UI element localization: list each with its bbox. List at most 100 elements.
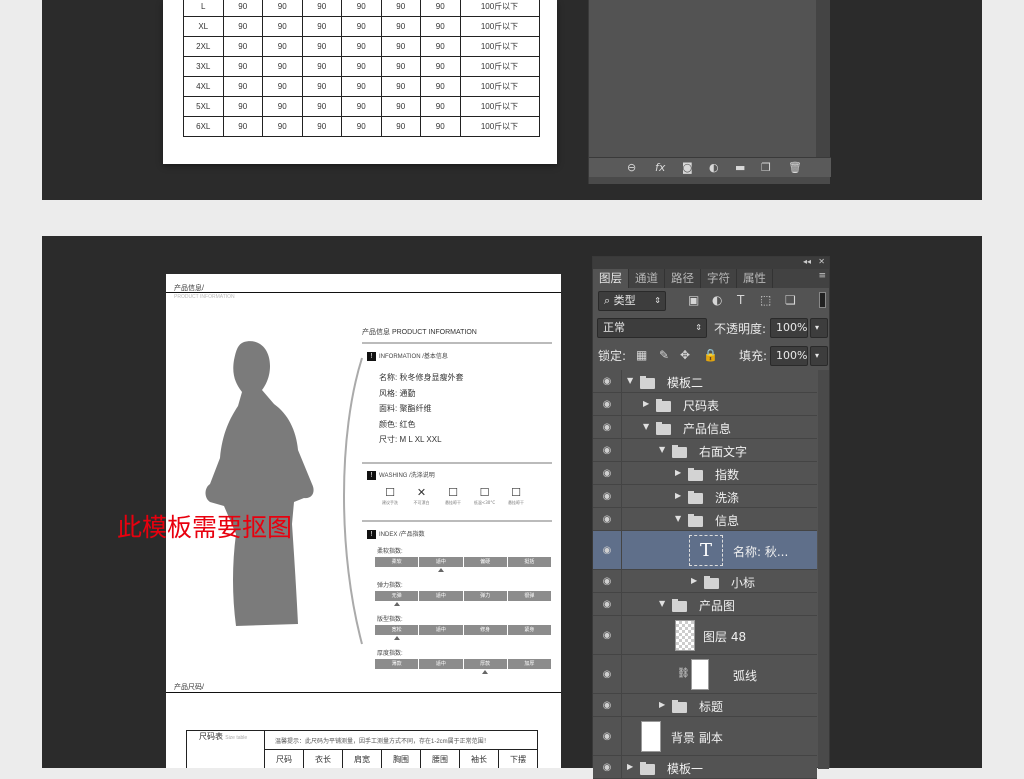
link-icon[interactable]: ⊖ — [627, 161, 636, 174]
index-label: 版型指数: — [377, 617, 403, 623]
eye-icon[interactable]: ◉ — [593, 485, 622, 507]
tab-2[interactable]: 路径 — [665, 269, 701, 288]
fx-icon[interactable]: fx — [655, 161, 665, 174]
filter-kind-select[interactable]: ⌕ 类型 ⇕ — [598, 291, 666, 311]
lock-move-icon[interactable]: ✥ — [680, 348, 690, 362]
fill-input[interactable]: 100% — [770, 346, 808, 366]
new-layer-icon[interactable]: ❐ — [761, 161, 771, 174]
top-layers-list — [589, 0, 817, 157]
tab-0[interactable]: 图层 — [593, 269, 629, 288]
layer-row[interactable]: ◉ ⛓ 弧线 — [593, 655, 817, 694]
index-arrow-icon — [438, 568, 444, 572]
new-group-icon[interactable]: ▬ — [735, 161, 745, 174]
lock-transparent-icon[interactable]: ▦ — [636, 348, 647, 362]
mask-icon[interactable]: ◙ — [682, 161, 693, 174]
washing-symbol-icon: ☐ — [479, 486, 490, 499]
filter-adjustment-icon[interactable]: ◐ — [712, 293, 722, 307]
layer-row[interactable]: ◉ ▶ 小标 — [593, 570, 817, 593]
filter-toggle[interactable] — [819, 292, 826, 308]
triangle-down-icon[interactable]: ▼ — [659, 445, 665, 454]
triangle-right-icon[interactable]: ▶ — [659, 700, 665, 709]
size-cell: 90 — [222, 76, 263, 97]
layer-name: 信息 — [715, 513, 740, 528]
filter-smart-icon[interactable]: ❏ — [785, 293, 796, 307]
size-cell: 90 — [380, 36, 421, 57]
eye-icon[interactable]: ◉ — [593, 416, 622, 438]
index-bar: 薄款 适中 厚款 加厚 — [375, 659, 551, 669]
layer-row[interactable]: ◉ ▼ 右面文字 — [593, 439, 817, 462]
triangle-down-icon[interactable]: ▼ — [643, 422, 649, 431]
blend-mode-select[interactable]: 正常 ⇕ — [597, 318, 707, 338]
eye-icon[interactable]: ◉ — [593, 593, 622, 615]
close-icon[interactable]: ✕ — [818, 257, 825, 266]
size-cell: 90 — [262, 16, 303, 37]
washing-symbol-icon: ✕ — [416, 486, 427, 499]
size-row: 6XL 90 90 90 90 90 90 100斤以下 — [183, 116, 540, 137]
top-scrollbar[interactable] — [816, 0, 830, 157]
triangle-right-icon[interactable]: ▶ — [643, 399, 649, 408]
eye-icon[interactable]: ◉ — [593, 439, 622, 461]
triangle-down-icon[interactable]: ▼ — [627, 376, 633, 385]
panel-menu-icon[interactable]: ≡ — [818, 271, 826, 281]
layers-scrollbar[interactable] — [818, 370, 829, 769]
index-cell: 修身 — [463, 625, 508, 635]
lock-all-icon[interactable]: 🔒 — [703, 348, 718, 362]
layer-row[interactable]: ◉ 背景 副本 — [593, 717, 817, 756]
header-label: 产品信息/ — [174, 285, 204, 292]
washing-label: 低温<30°C — [473, 500, 496, 505]
size-cell: 90 — [262, 76, 303, 97]
layer-row[interactable]: ◉ ▼ 产品信息 — [593, 416, 817, 439]
size-header-cell: 尺码 — [264, 749, 304, 768]
washing-symbol-icon: ☐ — [511, 486, 521, 499]
layer-row[interactable]: ◉ ▼ 信息 — [593, 508, 817, 531]
triangle-down-icon[interactable]: ▼ — [675, 514, 681, 523]
triangle-right-icon[interactable]: ▶ — [675, 468, 681, 477]
eye-icon[interactable]: ◉ — [593, 370, 622, 392]
eye-icon[interactable]: ◉ — [593, 508, 622, 530]
triangle-down-icon[interactable]: ▼ — [659, 599, 665, 608]
eye-icon[interactable]: ◉ — [593, 717, 622, 755]
eye-icon[interactable]: ◉ — [593, 570, 622, 592]
tab-4[interactable]: 属性 — [737, 269, 773, 288]
index-cell: 宽松 — [375, 625, 420, 635]
fill-dropdown-icon[interactable]: ▾ — [810, 346, 828, 366]
opacity-dropdown-icon[interactable]: ▾ — [810, 318, 828, 338]
eye-icon[interactable]: ◉ — [593, 531, 622, 569]
eye-icon[interactable]: ◉ — [593, 694, 622, 716]
triangle-right-icon[interactable]: ▶ — [675, 491, 681, 500]
chevron-updown-icon: ⇕ — [654, 296, 661, 305]
layer-row[interactable]: ◉ ▶ 尺码表 — [593, 393, 817, 416]
eye-icon[interactable]: ◉ — [593, 393, 622, 415]
washing-item: ☐ 低温<30°C — [472, 486, 498, 506]
eye-icon[interactable]: ◉ — [593, 616, 622, 654]
triangle-right-icon[interactable]: ▶ — [627, 762, 633, 771]
layer-row[interactable]: ◉ T 名称: 秋... — [593, 531, 817, 570]
basic-info-line: 面料: 聚酯纤维 — [379, 404, 432, 413]
filter-pixel-icon[interactable]: ▣ — [688, 293, 699, 307]
size-cell: 90 — [222, 36, 263, 57]
filter-shape-icon[interactable]: ⬚ — [760, 293, 771, 307]
triangle-right-icon[interactable]: ▶ — [691, 576, 697, 585]
layer-row[interactable]: ◉ ▶ 洗涤 — [593, 485, 817, 508]
filter-type-icon[interactable]: T — [737, 293, 744, 307]
collapse-icon[interactable]: ◂◂ — [803, 257, 811, 266]
layer-row[interactable]: ◉ 图层 48 — [593, 616, 817, 655]
layer-row[interactable]: ◉ ▶ 标题 — [593, 694, 817, 717]
index-cell: 柔软 — [375, 557, 420, 567]
layer-row[interactable]: ◉ ▶ 指数 — [593, 462, 817, 485]
size-row: 4XL 90 90 90 90 90 90 100斤以下 — [183, 76, 540, 97]
eye-icon[interactable]: ◉ — [593, 462, 622, 484]
tab-3[interactable]: 字符 — [701, 269, 737, 288]
size-header-cell: 肩宽 — [342, 749, 382, 768]
adjustment-icon[interactable]: ◐ — [709, 161, 719, 174]
index-cell: 适中 — [419, 557, 464, 567]
eye-icon[interactable]: ◉ — [593, 655, 622, 693]
tab-1[interactable]: 通道 — [629, 269, 665, 288]
lock-paint-icon[interactable]: ✎ — [659, 348, 669, 362]
trash-icon[interactable]: 🗑 — [788, 161, 802, 174]
opacity-input[interactable]: 100% — [770, 318, 808, 338]
eye-icon[interactable]: ◉ — [593, 756, 622, 778]
index-divider — [362, 520, 552, 522]
layer-row[interactable]: ◉ ▼ 产品图 — [593, 593, 817, 616]
layer-row[interactable]: ◉ ▼ 模板二 — [593, 370, 817, 393]
